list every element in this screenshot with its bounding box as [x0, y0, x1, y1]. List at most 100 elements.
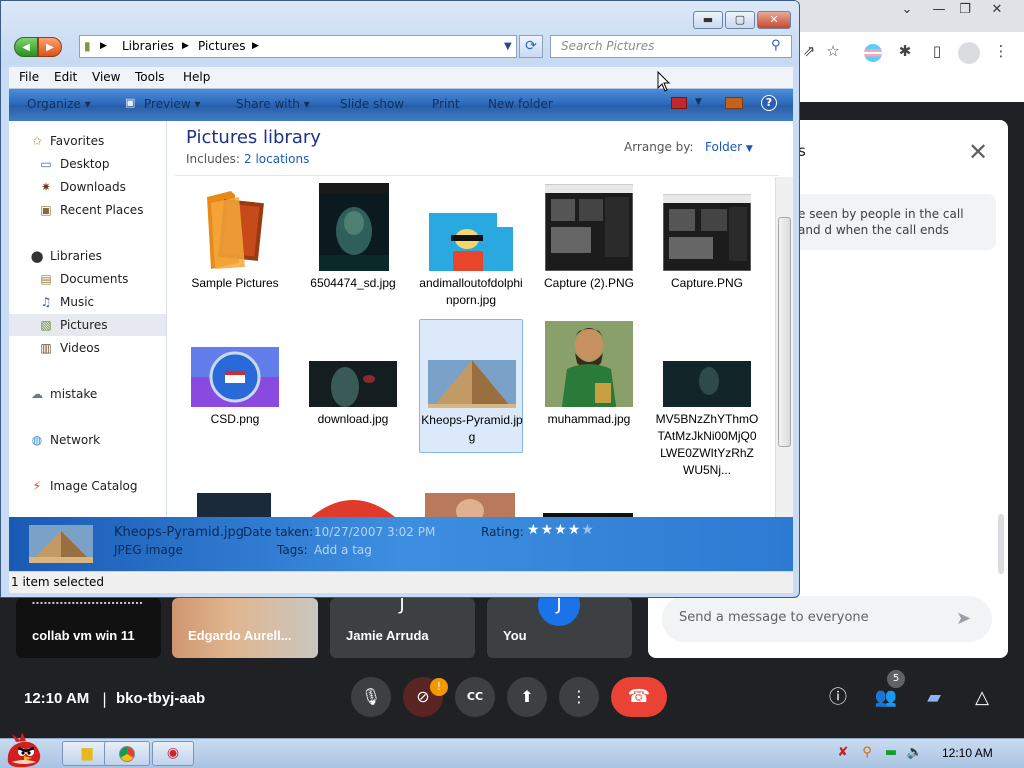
participant-tile-edgardo[interactable]: Edgardo Aurell... [172, 598, 318, 658]
meeting-info-button[interactable]: ⓘ [825, 685, 851, 711]
microphone-button[interactable]: 🎙 [351, 677, 391, 717]
start-button-bird-icon[interactable] [2, 732, 46, 768]
refresh-button[interactable]: ⟳ [519, 35, 543, 58]
participant-tile-you[interactable]: J You [487, 584, 632, 658]
chevron-down-icon[interactable]: ⌄ [894, 2, 920, 18]
menu-view[interactable]: View [92, 70, 120, 84]
nav-desktop[interactable]: ▭ Desktop [9, 153, 166, 175]
preview-button[interactable]: Preview ▾ [144, 97, 201, 111]
chat-notice: e seen by people in the call and d when … [788, 194, 996, 250]
scrollbar-thumb[interactable] [778, 217, 791, 447]
star-empty-icon[interactable]: ★ [581, 522, 595, 538]
taskbar-paint-button[interactable]: ◉ [152, 741, 194, 766]
preview-pane-icon[interactable] [725, 97, 743, 109]
file-item[interactable]: Capture.PNG [655, 183, 759, 317]
participant-tile-collab[interactable]: ▪ ▪ ▪ ▪ ▪ ▪ ▪ ▪ ▪ ▪ ▪ ▪ ▪ ▪ ▪ ▪ ▪ ▪ ▪ ▪ … [16, 598, 161, 658]
file-item-selected[interactable]: Kheops-Pyramid.jpg [419, 319, 523, 453]
chat-message-input[interactable]: Send a message to everyone [662, 596, 992, 642]
file-item[interactable]: MV5BNzZhYThmOTAtMzJkNi00MjQ0LWE0ZWItYzRh… [655, 319, 759, 477]
file-item[interactable]: 6504474_sd.jpg [301, 183, 405, 317]
file-item[interactable]: andimalloutofdolphinporn.jpg [419, 183, 523, 317]
battery-icon[interactable]: ▬ [882, 744, 900, 762]
nav-music[interactable]: ♫ Music [9, 291, 166, 313]
share-with-button[interactable]: Share with ▾ [236, 97, 310, 111]
nav-downloads[interactable]: ✷ Downloads [9, 176, 166, 198]
menu-tools[interactable]: Tools [135, 70, 165, 84]
taskbar-chrome-button[interactable] [104, 741, 150, 766]
forward-button[interactable]: ▶ [38, 37, 62, 57]
breadcrumb-pictures[interactable]: Pictures [198, 36, 246, 57]
present-button[interactable]: ⬆ [507, 677, 547, 717]
search-input[interactable]: Search Pictures [550, 35, 792, 58]
chevron-down-icon[interactable]: ▼ [504, 36, 512, 57]
star-icon[interactable]: ☆ [822, 42, 844, 64]
tray-clock[interactable]: 12:10 AM [942, 746, 993, 760]
star-filled-icon[interactable]: ★ [568, 522, 582, 538]
includes-locations-link[interactable]: 2 locations [244, 152, 309, 166]
chat-scrollbar[interactable] [998, 514, 1004, 574]
send-icon[interactable]: ➤ [956, 608, 971, 629]
file-item[interactable]: muhammad.jpg [537, 319, 641, 453]
people-button[interactable]: 👥 [873, 685, 899, 711]
menu-edit[interactable]: Edit [54, 70, 77, 84]
network-error-icon[interactable]: ✘ [834, 744, 852, 762]
close-button[interactable]: ✕ [757, 11, 791, 29]
rating-stars[interactable]: ★★★★★ [527, 522, 595, 538]
profile-avatar[interactable] [958, 42, 980, 64]
nav-favorites[interactable]: ✩ Favorites [9, 130, 166, 152]
chat-button[interactable]: ▰ [921, 685, 947, 711]
image-thumbnail-partial [197, 493, 271, 517]
more-options-button[interactable]: ⋮ [559, 677, 599, 717]
arrange-by-dropdown[interactable]: Folder ▼ [705, 140, 753, 154]
nav-image-catalog[interactable]: ⚡ Image Catalog [9, 475, 166, 497]
close-icon[interactable]: ✕ [984, 2, 1010, 18]
nav-pictures[interactable]: ▧ Pictures [9, 314, 166, 336]
search-icon[interactable]: ⚲ [771, 38, 781, 53]
menu-file[interactable]: File [19, 70, 39, 84]
chevron-down-icon[interactable]: ▼ [695, 97, 702, 107]
address-bar[interactable]: ▮ ▶ Libraries ▶ Pictures ▶ ▼ [79, 35, 517, 58]
image-thumbnail [191, 347, 279, 407]
organize-button[interactable]: Organize ▾ [27, 97, 91, 111]
sidepanel-icon[interactable]: ▯ [926, 42, 948, 64]
file-item[interactable]: download.jpg [301, 319, 405, 453]
file-item[interactable]: Sample Pictures [183, 183, 287, 317]
file-item[interactable]: CSD.png [183, 319, 287, 453]
star-filled-icon[interactable]: ★ [541, 522, 555, 538]
star-filled-icon[interactable]: ★ [527, 522, 541, 538]
end-call-button[interactable]: ☎ [611, 677, 667, 717]
slideshow-button[interactable]: Slide show [340, 97, 404, 111]
close-icon[interactable]: ✕ [968, 138, 988, 166]
vertical-scrollbar[interactable] [775, 177, 793, 517]
print-button[interactable]: Print [432, 97, 460, 111]
nav-videos[interactable]: ▥ Videos [9, 337, 166, 359]
file-item[interactable]: Capture (2).PNG [537, 183, 641, 317]
captions-button[interactable]: CC [455, 677, 495, 717]
restore-icon[interactable]: ❐ [952, 2, 978, 18]
nav-libraries[interactable]: ● Libraries [9, 245, 166, 267]
date-taken-value[interactable]: 10/27/2007 3:02 PM [314, 525, 435, 539]
magnifier-icon[interactable]: ⚲ [858, 744, 876, 762]
minimize-icon[interactable]: — [926, 2, 952, 18]
more-vert-icon[interactable]: ⋮ [990, 42, 1012, 64]
share-icon[interactable]: ⇗ [798, 42, 820, 64]
nav-mistake[interactable]: ☁ mistake [9, 383, 166, 405]
volume-icon[interactable]: 🔈 [906, 744, 924, 762]
activities-button[interactable]: △ [969, 685, 995, 711]
nav-recent-places[interactable]: ▣ Recent Places [9, 199, 166, 221]
extension-flag-icon[interactable] [864, 44, 882, 62]
nav-network[interactable]: ◍ Network [9, 429, 166, 451]
nav-documents[interactable]: ▤ Documents [9, 268, 166, 290]
maximize-button[interactable]: ▢ [725, 11, 755, 29]
puzzle-icon[interactable]: ✱ [894, 42, 916, 64]
minimize-button[interactable]: ▬ [693, 11, 723, 29]
help-icon[interactable]: ? [761, 95, 777, 111]
breadcrumb-libraries[interactable]: Libraries [122, 36, 174, 57]
participant-tile-jamie[interactable]: J Jamie Arruda [330, 584, 475, 658]
add-tag-field[interactable]: Add a tag [314, 543, 372, 557]
back-button[interactable]: ◀ [14, 37, 38, 57]
star-filled-icon[interactable]: ★ [554, 522, 568, 538]
view-mode-icon[interactable] [671, 97, 687, 109]
new-folder-button[interactable]: New folder [488, 97, 553, 111]
menu-help[interactable]: Help [183, 70, 210, 84]
